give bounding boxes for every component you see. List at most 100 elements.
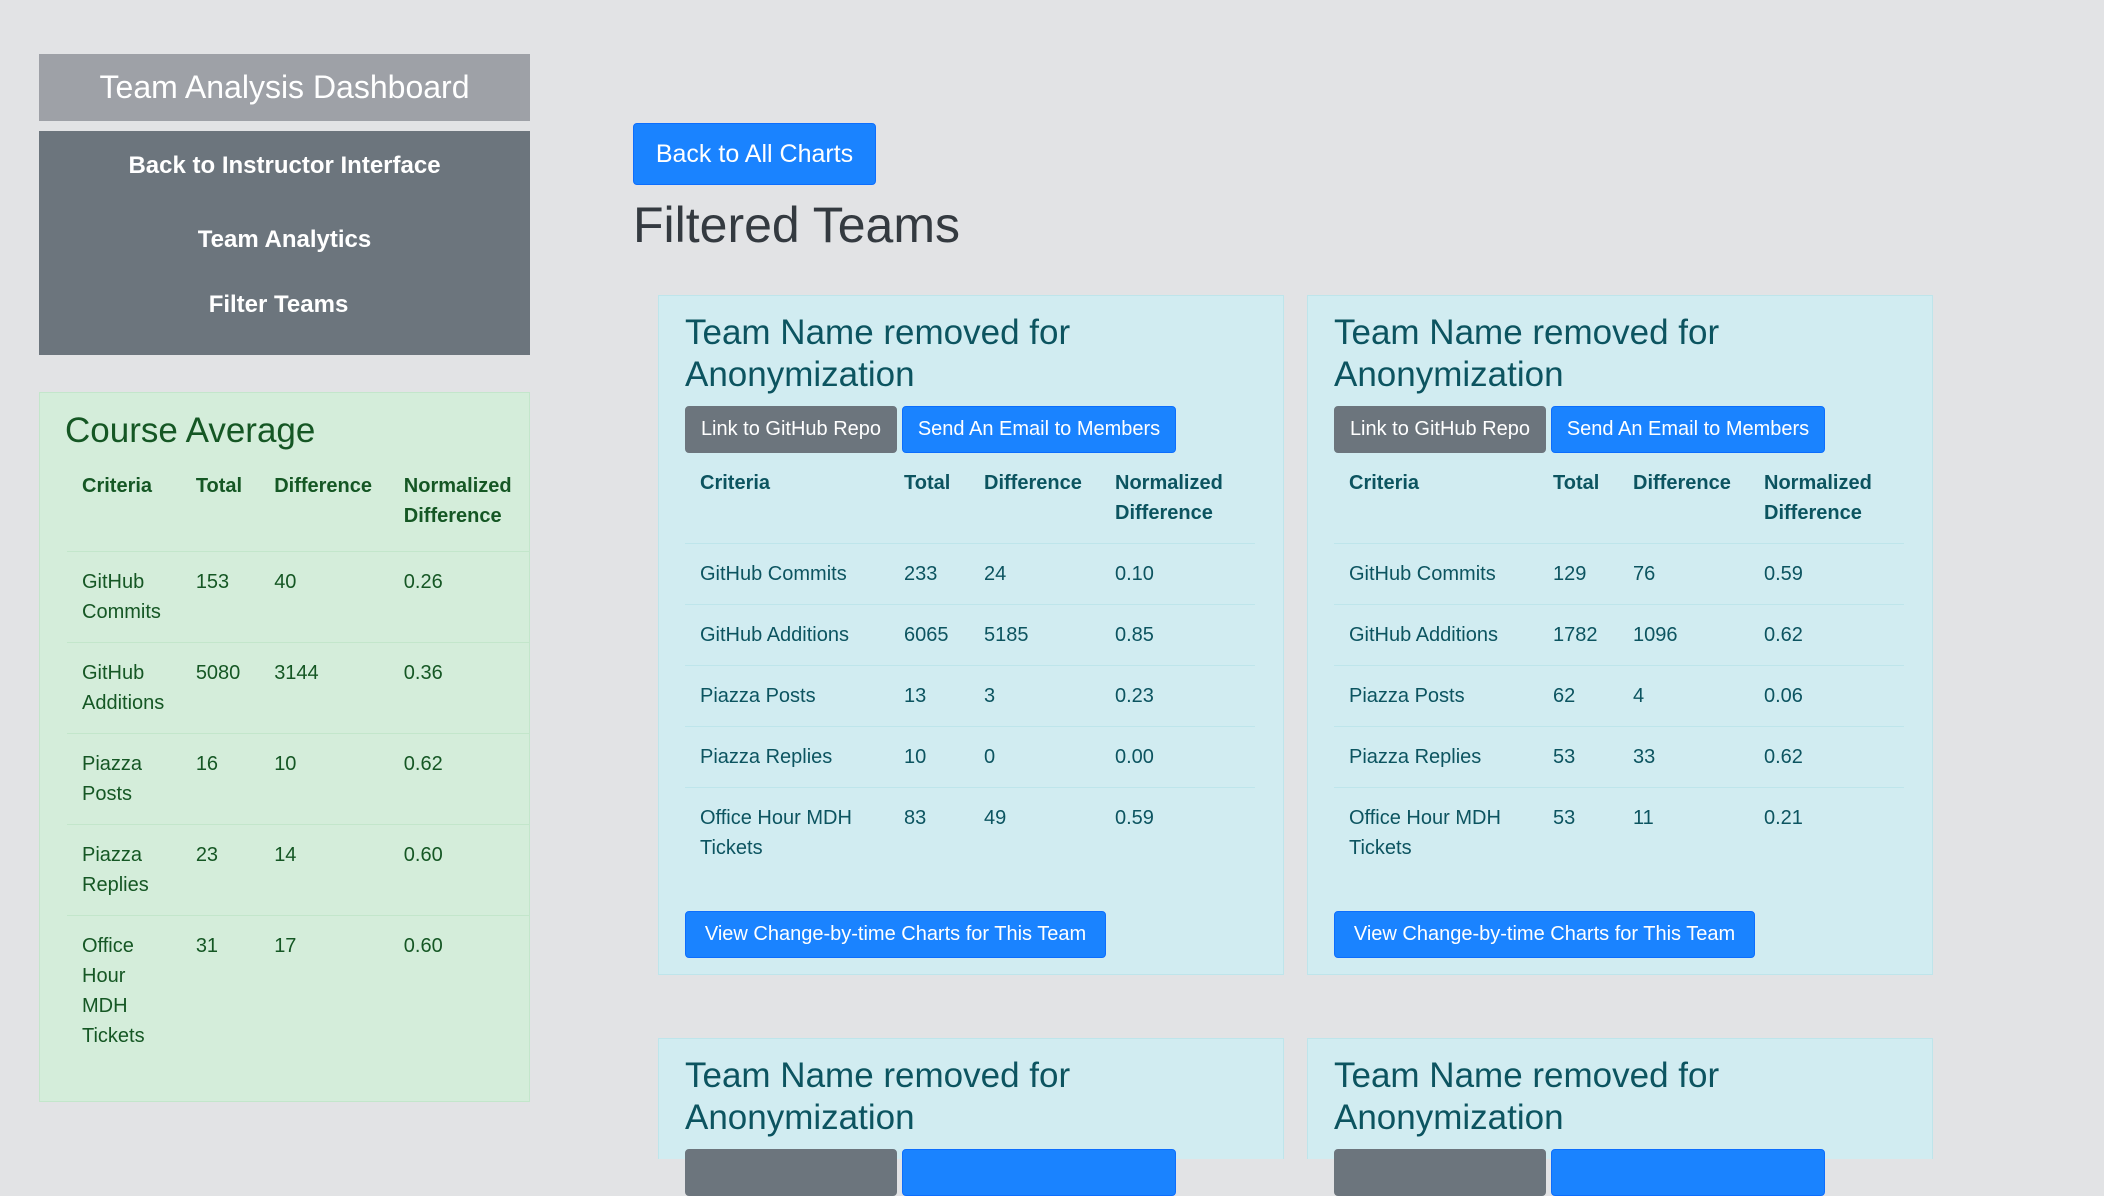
cell-total: 6065 [889, 604, 969, 666]
send-email-button[interactable]: Send An Email to Members [1551, 406, 1825, 453]
cell-criteria: GitHub Commits [67, 551, 181, 643]
cell-total: 16 [180, 733, 260, 825]
col-normalized-difference: Normalized Difference [403, 475, 512, 527]
cell-criteria: Piazza Replies [1334, 726, 1538, 788]
cell-difference: 10 [259, 733, 389, 825]
cell-difference: 4 [1618, 665, 1749, 727]
team-card: Team Name removed for Anonymization Link… [658, 295, 1284, 975]
github-repo-button[interactable] [1334, 1149, 1546, 1196]
cell-normalized: 0.00 [1100, 726, 1255, 788]
page-title: Filtered Teams [633, 197, 960, 253]
cell-criteria: Office Hour MDH Tickets [685, 787, 889, 878]
cell-difference: 1096 [1618, 604, 1749, 666]
cell-total: 53 [1538, 787, 1618, 878]
cell-normalized: 0.62 [1749, 604, 1904, 666]
team-name: Team Name removed for Anonymization [1334, 313, 1720, 394]
course-average-table: Criteria Total Difference Normalized Dif… [67, 471, 529, 1066]
cell-criteria: Office Hour MDH Tickets [67, 915, 181, 1066]
cell-difference: 3144 [259, 642, 389, 734]
cell-normalized: 0.06 [1749, 665, 1904, 727]
cell-criteria: GitHub Additions [685, 604, 889, 666]
cell-difference: 14 [259, 824, 389, 916]
send-email-button[interactable] [902, 1149, 1176, 1196]
cell-total: 10 [889, 726, 969, 788]
team-card: Team Name removed for Anonymization [658, 1038, 1284, 1196]
cell-criteria: Piazza Replies [685, 726, 889, 788]
nav-team-analytics[interactable]: Team Analytics [39, 226, 530, 254]
github-repo-button[interactable] [685, 1149, 897, 1196]
cell-total: 23 [180, 824, 260, 916]
table-row: Piazza Replies 10 0 0.00 [685, 726, 1255, 788]
cell-total: 83 [889, 787, 969, 878]
send-email-button[interactable] [1551, 1149, 1825, 1196]
cell-normalized: 0.59 [1749, 543, 1904, 605]
cell-criteria: GitHub Additions [67, 642, 181, 734]
table-row: GitHub Commits 129 76 0.59 [1334, 543, 1904, 605]
course-average-card: Course Average Criteria Total Difference… [39, 392, 530, 1102]
team-name: Team Name removed for Anonymization [685, 1056, 1071, 1137]
sidebar-nav: Back to Instructor Interface Team Analyt… [39, 131, 530, 355]
nav-back-to-instructor[interactable]: Back to Instructor Interface [39, 152, 530, 180]
cell-total: 1782 [1538, 604, 1618, 666]
cell-total: 13 [889, 665, 969, 727]
cell-normalized: 0.10 [1100, 543, 1255, 605]
cell-total: 62 [1538, 665, 1618, 727]
team-stats-table: Criteria Total Difference Normalized Dif… [685, 468, 1255, 878]
col-total: Total [904, 472, 951, 494]
cell-difference: 33 [1618, 726, 1749, 788]
cell-difference: 17 [259, 915, 389, 1066]
table-row: Piazza Posts 62 4 0.06 [1334, 665, 1904, 727]
cell-difference: 0 [969, 726, 1100, 788]
cell-normalized: 0.36 [388, 642, 529, 734]
view-charts-button[interactable]: View Change-by-time Charts for This Team [1334, 911, 1755, 958]
cell-criteria: GitHub Commits [685, 543, 889, 605]
col-normalized-difference: Normalized Difference [1115, 472, 1223, 524]
col-total: Total [195, 475, 243, 497]
col-normalized-difference: Normalized Difference [1764, 472, 1872, 524]
course-average-title: Course Average [65, 411, 316, 450]
cell-criteria: GitHub Additions [1334, 604, 1538, 666]
table-row: GitHub Additions 5080 3144 0.36 [67, 642, 529, 734]
table-row: GitHub Additions 6065 5185 0.85 [685, 604, 1255, 666]
nav-filter-teams[interactable]: Filter Teams [33, 291, 524, 319]
cell-normalized: 0.62 [388, 733, 529, 825]
cell-normalized: 0.59 [1100, 787, 1255, 878]
cell-difference: 11 [1618, 787, 1749, 878]
cell-normalized: 0.21 [1749, 787, 1904, 878]
view-charts-button[interactable]: View Change-by-time Charts for This Team [685, 911, 1106, 958]
col-difference: Difference [1633, 472, 1731, 494]
cell-criteria: GitHub Commits [1334, 543, 1538, 605]
cell-normalized: 0.26 [388, 551, 529, 643]
cell-normalized: 0.60 [388, 824, 529, 916]
cell-total: 5080 [180, 642, 260, 734]
cell-total: 53 [1538, 726, 1618, 788]
github-repo-button[interactable]: Link to GitHub Repo [685, 406, 897, 453]
table-row: GitHub Commits 153 40 0.26 [67, 551, 529, 643]
cell-criteria: Piazza Posts [685, 665, 889, 727]
cell-total: 153 [180, 551, 260, 643]
team-card: Team Name removed for Anonymization [1307, 1038, 1933, 1196]
cell-criteria: Piazza Replies [67, 824, 181, 916]
table-row: Office Hour MDH Tickets 53 11 0.21 [1334, 787, 1904, 878]
col-criteria: Criteria [1349, 472, 1420, 494]
team-name: Team Name removed for Anonymization [685, 313, 1071, 394]
cell-difference: 3 [969, 665, 1100, 727]
cell-total: 233 [889, 543, 969, 605]
team-stats-table: Criteria Total Difference Normalized Dif… [1334, 468, 1904, 878]
github-repo-button[interactable]: Link to GitHub Repo [1334, 406, 1546, 453]
cell-difference: 5185 [969, 604, 1100, 666]
table-row: Office Hour MDH Tickets 31 17 0.60 [67, 915, 529, 1066]
table-row: Office Hour MDH Tickets 83 49 0.59 [685, 787, 1255, 878]
cell-total: 31 [180, 915, 260, 1066]
send-email-button[interactable]: Send An Email to Members [902, 406, 1176, 453]
dashboard-title: Team Analysis Dashboard [39, 54, 530, 121]
col-criteria: Criteria [82, 475, 153, 497]
table-row: Piazza Replies 23 14 0.60 [67, 824, 529, 916]
cell-criteria: Piazza Posts [67, 733, 181, 825]
cell-normalized: 0.23 [1100, 665, 1255, 727]
cell-criteria: Office Hour MDH Tickets [1334, 787, 1538, 878]
back-to-all-charts-button[interactable]: Back to All Charts [633, 123, 876, 185]
table-row: GitHub Additions 1782 1096 0.62 [1334, 604, 1904, 666]
team-card: Team Name removed for Anonymization Link… [1307, 295, 1933, 975]
cell-normalized: 0.62 [1749, 726, 1904, 788]
